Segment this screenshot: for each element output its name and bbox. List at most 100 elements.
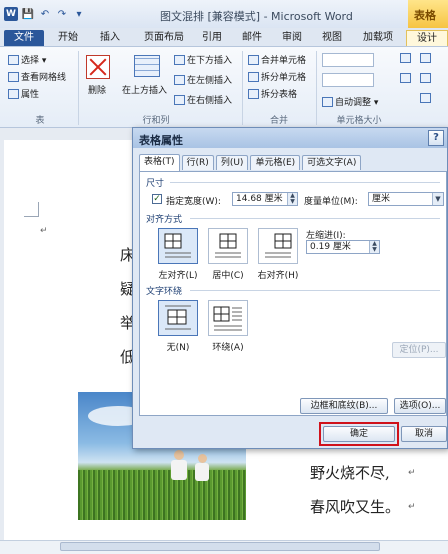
split-cells-icon (248, 71, 259, 82)
select-button[interactable]: 选择 ▾ (8, 53, 46, 66)
align-top-icon (420, 53, 431, 63)
wrap-section-title: 文字环绕 (146, 287, 183, 297)
alignment-section-title: 对齐方式 (146, 215, 183, 225)
tab-file[interactable]: 文件 (4, 30, 44, 46)
positioning-button[interactable]: 定位(P)... (392, 342, 446, 358)
tab-insert[interactable]: 插入 (94, 30, 126, 46)
distribute-rows-button[interactable] (400, 53, 411, 63)
align-center-option[interactable] (208, 228, 248, 264)
quick-access-toolbar: W 💾 ↶ ↷ ▾ (4, 6, 86, 22)
ribbon-tabs: 文件 开始 插入 页面布局 引用 邮件 审阅 视图 加载项 设计 (0, 28, 448, 46)
insert-above-label[interactable]: 在上方插入 (122, 83, 167, 96)
autofit-button[interactable]: 自动调整 ▾ (322, 95, 378, 108)
indent-from-left-input[interactable]: 0.19 厘米 ▲ ▼ (306, 240, 380, 254)
align-left-option[interactable] (158, 228, 198, 264)
align-top-button[interactable] (420, 53, 431, 63)
align-bottom-icon (420, 93, 431, 103)
dialog-title: 表格属性 (139, 134, 183, 147)
size-section-title: 尺寸 (146, 179, 165, 189)
spin-arrows-icon[interactable]: ▲ ▼ (287, 193, 297, 205)
grass-shape (78, 470, 246, 520)
insert-right-icon (174, 94, 185, 105)
wrap-around-label: 环绕(A) (212, 343, 244, 353)
ok-button-highlight-box (319, 422, 399, 446)
runner-body (195, 463, 209, 481)
preferred-width-checkbox[interactable]: ✓ (152, 194, 162, 204)
paragraph-mark: ↵ (408, 468, 416, 478)
tab-addins[interactable]: 加载项 (356, 30, 400, 46)
split-table-button[interactable]: 拆分表格 (248, 87, 297, 100)
align-left-icon (164, 233, 191, 258)
align-center-label: 居中(C) (212, 271, 244, 281)
paragraph-mark: ↵ (408, 502, 416, 512)
distribute-rows-icon (400, 53, 411, 63)
insert-below-button[interactable]: 在下方插入 (174, 53, 232, 66)
tab-mailings[interactable]: 邮件 (236, 30, 268, 46)
spin-arrows-icon[interactable]: ▲ ▼ (369, 241, 379, 253)
tab-page-layout[interactable]: 页面布局 (136, 30, 192, 46)
split-cells-button[interactable]: 拆分单元格 (248, 70, 306, 83)
wrap-none-option[interactable] (158, 300, 198, 336)
wrap-around-option[interactable] (208, 300, 248, 336)
tab-table[interactable]: 表格(T) (139, 154, 180, 171)
tab-alt-text[interactable]: 可选文字(A) (302, 155, 362, 170)
tab-row[interactable]: 行(R) (181, 155, 214, 170)
insert-above-icon[interactable] (134, 55, 160, 77)
dialog-tabs: 表格(T) 行(R) 列(U) 单元格(E) 可选文字(A) (139, 154, 362, 171)
poem-line-2: 春风吹又生。 (310, 498, 401, 516)
measure-in-label: 度量单位(M): (304, 197, 358, 207)
insert-left-button[interactable]: 在左侧插入 (174, 73, 232, 86)
align-right-icon (265, 233, 292, 258)
scrollbar-thumb[interactable] (60, 542, 380, 551)
insert-below-icon (174, 54, 185, 65)
tab-home[interactable]: 开始 (52, 30, 84, 46)
properties-button[interactable]: 属性 (8, 87, 39, 100)
align-right-option[interactable] (258, 228, 298, 264)
cancel-button[interactable]: 取消 (401, 426, 447, 442)
merge-cells-button[interactable]: 合并单元格 (248, 53, 306, 66)
tab-review[interactable]: 审阅 (276, 30, 308, 46)
column-width-input[interactable] (322, 73, 374, 87)
align-center-icon (215, 233, 241, 258)
undo-icon[interactable]: ↶ (38, 7, 52, 21)
tab-view[interactable]: 视图 (316, 30, 348, 46)
options-button[interactable]: 选项(O)... (394, 398, 446, 414)
chevron-down-icon[interactable]: ▼ (432, 193, 443, 205)
distribute-columns-button[interactable] (400, 73, 411, 83)
merge-cells-icon (248, 54, 259, 65)
dialog-titlebar[interactable]: 表格属性 ? (133, 128, 447, 148)
help-button[interactable]: ? (428, 130, 444, 146)
align-bottom-button[interactable] (420, 93, 431, 103)
tab-column[interactable]: 列(U) (215, 155, 249, 170)
ribbon-panel: 选择 ▾ 查看网格线 属性 表 删除 在上方插入 在下方插入 在左侧插入 在右侧… (0, 46, 448, 128)
dialog-panel: 尺寸 ✓ 指定宽度(W): 14.68 厘米 ▲ ▼ 度量单位(M): 厘米 ▼ … (139, 171, 447, 416)
tab-cell[interactable]: 单元格(E) (250, 155, 301, 170)
preferred-width-input[interactable]: 14.68 厘米 ▲ ▼ (232, 192, 298, 206)
align-left-label: 左对齐(L) (158, 271, 198, 281)
customize-toolbar-icon[interactable]: ▾ (72, 7, 86, 21)
save-icon[interactable]: 💾 (21, 7, 35, 21)
insert-right-button[interactable]: 在右侧插入 (174, 93, 232, 106)
wrap-around-icon (213, 306, 242, 331)
align-middle-button[interactable] (420, 73, 431, 83)
align-right-label: 右对齐(H) (257, 271, 299, 281)
measure-in-select[interactable]: 厘米 ▼ (368, 192, 444, 206)
redo-icon[interactable]: ↷ (55, 7, 69, 21)
select-icon (8, 54, 19, 65)
runner-head (174, 450, 184, 460)
row-height-input[interactable] (322, 53, 374, 67)
poem-line-1: 野火烧不尽, (310, 464, 390, 482)
borders-shading-button[interactable]: 边框和底纹(B)... (300, 398, 388, 414)
word-logo-icon[interactable]: W (4, 7, 18, 21)
tab-design[interactable]: 设计 (406, 30, 448, 46)
view-gridlines-button[interactable]: 查看网格线 (8, 70, 66, 83)
table-properties-dialog: 表格属性 ? 表格(T) 行(R) 列(U) 单元格(E) 可选文字(A) 尺寸… (132, 127, 448, 449)
wrap-none-label: 无(N) (166, 343, 190, 353)
tab-references[interactable]: 引用 (196, 30, 228, 46)
table-tools-context-header: 表格 (408, 0, 448, 28)
distribute-columns-icon (400, 73, 411, 83)
delete-icon[interactable] (86, 55, 110, 79)
delete-button-label[interactable]: 删除 (88, 83, 106, 96)
runner-body (171, 460, 187, 480)
group-divider (316, 51, 317, 125)
